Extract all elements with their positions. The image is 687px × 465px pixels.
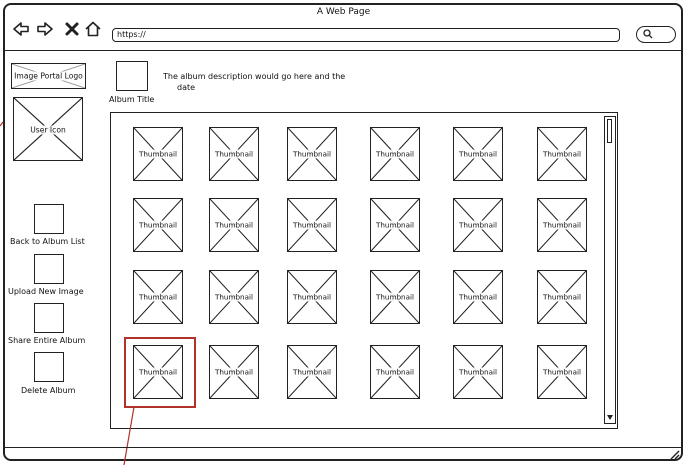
thumbnail-item[interactable]: Thumbnail [287, 127, 337, 181]
thumbnail-label: Thumbnail [374, 367, 416, 377]
back-to-album-list-label: Back to Album List [10, 237, 85, 246]
delete-album-button[interactable] [34, 352, 64, 382]
album-description-line-2: date [177, 83, 196, 92]
thumbnail-label: Thumbnail [374, 149, 416, 159]
thumbnail-label: Thumbnail [137, 220, 179, 230]
thumbnail-label: Thumbnail [541, 220, 583, 230]
user-icon-placeholder[interactable]: User Icon [13, 97, 83, 161]
thumbnail-item[interactable]: Thumbnail [453, 345, 503, 399]
vertical-scrollbar[interactable] [604, 116, 616, 424]
thumbnail-label: Thumbnail [213, 367, 255, 377]
thumbnail-label: Thumbnail [213, 292, 255, 302]
selection-highlight [124, 337, 196, 408]
thumbnail-label: Thumbnail [291, 149, 333, 159]
url-bar[interactable]: https:// [112, 28, 620, 42]
forward-arrow-icon[interactable] [36, 20, 54, 38]
thumbnail-item[interactable]: Thumbnail [287, 345, 337, 399]
thumbnail-item[interactable]: Thumbnail [453, 198, 503, 252]
thumbnail-item[interactable]: Thumbnail [370, 345, 420, 399]
toolbar-divider [5, 50, 681, 51]
thumbnail-item[interactable]: Thumbnail [537, 345, 587, 399]
share-entire-album-button[interactable] [34, 303, 64, 333]
thumbnail-label: Thumbnail [457, 149, 499, 159]
thumbnail-item[interactable]: Thumbnail [209, 127, 259, 181]
thumbnail-item[interactable]: Thumbnail [287, 198, 337, 252]
thumbnail-item[interactable]: Thumbnail [133, 127, 183, 181]
thumbnail-label: Thumbnail [457, 367, 499, 377]
close-icon[interactable] [63, 20, 81, 38]
search-field[interactable] [636, 26, 676, 43]
thumbnail-item[interactable]: Thumbnail [537, 270, 587, 324]
thumbnail-label: Thumbnail [213, 220, 255, 230]
scroll-down-arrow-icon[interactable] [606, 413, 614, 421]
thumbnail-label: Thumbnail [213, 149, 255, 159]
upload-new-image-button[interactable] [34, 254, 64, 284]
thumbnail-item[interactable]: Thumbnail [537, 127, 587, 181]
thumbnail-item[interactable]: Thumbnail [453, 127, 503, 181]
thumbnail-label: Thumbnail [457, 292, 499, 302]
thumbnail-item[interactable]: Thumbnail [370, 270, 420, 324]
thumbnail-label: Thumbnail [291, 292, 333, 302]
thumbnail-item[interactable]: Thumbnail [370, 127, 420, 181]
delete-album-label: Delete Album [21, 386, 76, 395]
thumbnail-item[interactable]: Thumbnail [133, 270, 183, 324]
album-description-line-1: The album description would go here and … [163, 72, 346, 81]
thumbnail-item[interactable]: Thumbnail [133, 198, 183, 252]
thumbnail-label: Thumbnail [541, 367, 583, 377]
thumbnail-label: Thumbnail [291, 220, 333, 230]
album-title: Album Title [109, 95, 155, 104]
thumbnail-item[interactable]: Thumbnail [370, 198, 420, 252]
logo-label: Image Portal Logo [13, 71, 84, 81]
thumbnail-item[interactable]: Thumbnail [537, 198, 587, 252]
scrollbar-thumb[interactable] [607, 119, 612, 143]
album-cover-placeholder [116, 61, 148, 91]
logo-placeholder: Image Portal Logo [11, 63, 86, 89]
thumbnail-label: Thumbnail [374, 292, 416, 302]
thumbnail-item[interactable]: Thumbnail [287, 270, 337, 324]
share-entire-album-label: Share Entire Album [8, 336, 86, 345]
resize-grip-icon[interactable] [668, 448, 680, 460]
thumbnail-label: Thumbnail [541, 149, 583, 159]
thumbnail-item[interactable]: Thumbnail [209, 270, 259, 324]
thumbnail-label: Thumbnail [137, 292, 179, 302]
back-to-album-list-button[interactable] [34, 204, 64, 234]
thumbnail-label: Thumbnail [541, 292, 583, 302]
thumbnail-label: Thumbnail [291, 367, 333, 377]
home-icon[interactable] [84, 20, 102, 38]
thumbnail-item[interactable]: Thumbnail [453, 270, 503, 324]
upload-new-image-label: Upload New Image [8, 287, 84, 296]
back-arrow-icon[interactable] [12, 20, 30, 38]
thumbnail-label: Thumbnail [374, 220, 416, 230]
search-icon [643, 29, 653, 39]
thumbnail-item[interactable]: Thumbnail [209, 345, 259, 399]
page-title: A Web Page [316, 7, 371, 17]
thumbnail-label: Thumbnail [137, 149, 179, 159]
user-icon-label: User Icon [29, 125, 67, 135]
status-bar-divider [5, 447, 681, 448]
thumbnail-label: Thumbnail [457, 220, 499, 230]
thumbnail-item[interactable]: Thumbnail [209, 198, 259, 252]
